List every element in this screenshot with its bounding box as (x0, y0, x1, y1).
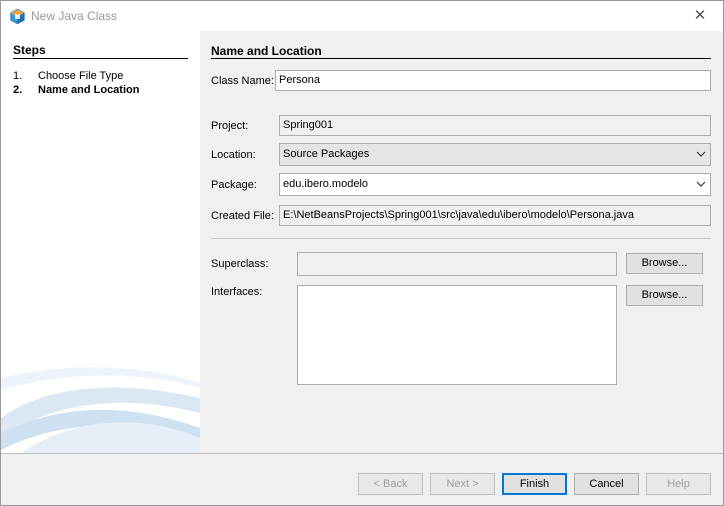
project-label: Project: (211, 120, 249, 132)
superclass-label: Superclass: (211, 258, 269, 270)
interfaces-browse-button[interactable]: Browse... (626, 285, 703, 306)
title-bar: New Java Class ✕ (1, 1, 723, 31)
next-button[interactable]: Next > (430, 473, 495, 495)
superclass-input[interactable] (297, 252, 617, 276)
help-button[interactable]: Help (646, 473, 711, 495)
step-item-choose-file-type: 1. Choose File Type (13, 70, 123, 82)
cancel-button[interactable]: Cancel (574, 473, 639, 495)
steps-divider (13, 58, 188, 59)
created-file-field: E:\NetBeansProjects\Spring001\src\java\e… (279, 205, 711, 226)
step-label: Name and Location (38, 84, 140, 96)
class-name-label: Class Name: (211, 75, 274, 87)
step-item-name-and-location: 2. Name and Location (13, 84, 139, 96)
decorative-swirl-graphic (1, 367, 200, 453)
step-number: 1. (13, 70, 23, 82)
location-label: Location: (211, 149, 256, 161)
superclass-browse-button[interactable]: Browse... (626, 253, 703, 274)
close-icon: ✕ (693, 7, 707, 24)
new-java-class-dialog: New Java Class ✕ Steps 1. Choose File Typ… (0, 0, 724, 506)
close-button[interactable]: ✕ (677, 1, 723, 31)
button-bar: < Back Next > Finish Cancel Help (1, 453, 723, 505)
back-button[interactable]: < Back (358, 473, 423, 495)
window-title: New Java Class (31, 9, 118, 23)
project-field: Spring001 (279, 115, 711, 136)
netbeans-cube-icon (10, 9, 25, 24)
location-value: Source Packages (283, 148, 370, 160)
chevron-down-icon (696, 181, 706, 187)
package-label: Package: (211, 179, 257, 191)
section-divider (211, 58, 711, 59)
class-name-input[interactable]: Persona (275, 70, 711, 91)
section-title: Name and Location (211, 44, 322, 58)
steps-panel: Steps 1. Choose File Type 2. Name and Loca… (1, 31, 200, 453)
step-number: 2. (13, 84, 23, 96)
interfaces-label: Interfaces: (211, 286, 263, 298)
package-combobox[interactable]: edu.ibero.modelo (279, 173, 711, 196)
step-label: Choose File Type (38, 70, 124, 82)
location-dropdown[interactable]: Source Packages (279, 143, 711, 166)
chevron-down-icon (696, 151, 706, 157)
section-separator (211, 238, 711, 239)
name-and-location-panel: Name and Location Class Name: Persona Pr… (200, 31, 723, 453)
package-value: edu.ibero.modelo (283, 178, 369, 190)
steps-heading: Steps (13, 43, 46, 57)
interfaces-list[interactable] (297, 285, 617, 385)
created-file-label: Created File: (211, 210, 274, 222)
finish-button[interactable]: Finish (502, 473, 567, 495)
